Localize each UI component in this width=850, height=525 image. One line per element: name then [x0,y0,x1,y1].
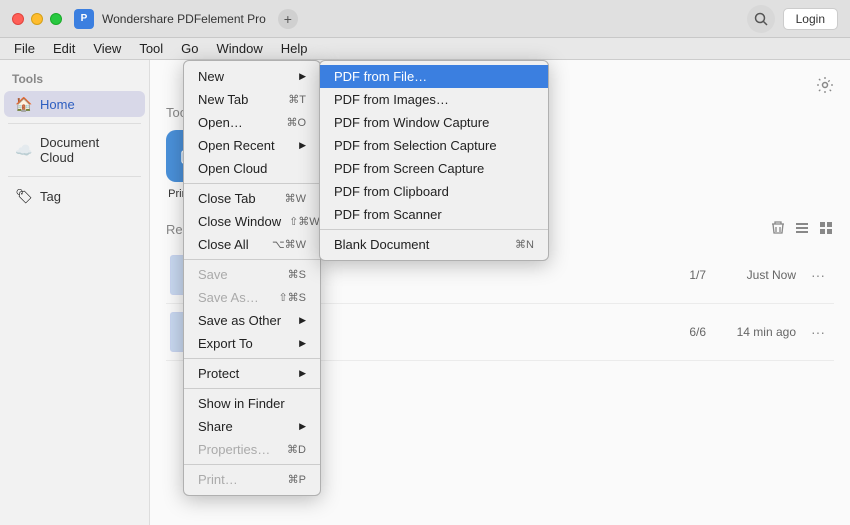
recent-pages-2: 6/6 [666,325,706,339]
new-pdf-from-images[interactable]: PDF from Images… [320,88,548,111]
file-menu-sep-2 [184,259,320,260]
file-menu-properties: Properties…⌘D [184,438,320,461]
file-menu-sep-3 [184,358,320,359]
recent-time-2: 14 min ago [716,325,796,339]
sidebar-item-document-cloud[interactable]: ☁️ Document Cloud [4,130,145,170]
sidebar: Tools 🏠 Home ☁️ Document Cloud 🏷 Tag [0,60,150,525]
file-menu-new[interactable]: New [184,65,320,88]
file-menu-open-recent[interactable]: Open Recent [184,134,320,157]
new-pdf-from-clipboard[interactable]: PDF from Clipboard [320,180,548,203]
menu-item-window[interactable]: Window [209,39,271,58]
sidebar-cloud-label: Document Cloud [40,135,133,165]
new-blank-document[interactable]: Blank Document⌘N [320,233,548,256]
search-button[interactable] [747,5,775,33]
sidebar-tag-label: Tag [40,189,61,204]
sidebar-divider-2 [8,176,141,177]
file-menu-sep-5 [184,464,320,465]
close-button[interactable] [12,13,24,25]
new-pdf-from-selection-capture[interactable]: PDF from Selection Capture [320,134,548,157]
recent-more-1[interactable]: ··· [806,267,830,283]
file-menu-close-window[interactable]: Close Window⇧⌘W [184,210,320,233]
new-pdf-from-file[interactable]: PDF from File… [320,65,548,88]
recent-pages-1: 1/7 [666,268,706,282]
new-submenu-sep [320,229,548,230]
app-icon: P [74,9,94,29]
file-menu-print: Print…⌘P [184,468,320,491]
menu-bar: File Edit View Tool Go Window Help [0,38,850,60]
recent-icons [770,220,834,239]
menu-item-go[interactable]: Go [173,39,206,58]
sidebar-divider-1 [8,123,141,124]
file-menu-save: Save⌘S [184,263,320,286]
tag-icon: 🏷 [16,188,32,204]
file-menu-protect[interactable]: Protect [184,362,320,385]
new-pdf-from-window-capture[interactable]: PDF from Window Capture [320,111,548,134]
list-view-icon[interactable] [794,220,810,239]
recent-more-2[interactable]: ··· [806,324,830,340]
new-pdf-from-screen-capture[interactable]: PDF from Screen Capture [320,157,548,180]
file-menu-close-all[interactable]: Close All⌥⌘W [184,233,320,256]
menu-item-view[interactable]: View [85,39,129,58]
trash-icon[interactable] [770,220,786,239]
sidebar-item-home[interactable]: 🏠 Home [4,91,145,117]
menu-item-help[interactable]: Help [273,39,316,58]
menu-item-tool[interactable]: Tool [131,39,171,58]
home-icon: 🏠 [16,96,32,112]
new-pdf-from-scanner[interactable]: PDF from Scanner [320,203,548,226]
minimize-button[interactable] [31,13,43,25]
grid-view-icon[interactable] [818,220,834,239]
new-tab-button[interactable]: + [278,9,298,29]
file-menu-open-cloud[interactable]: Open Cloud [184,157,320,180]
settings-icon[interactable] [816,76,834,97]
file-menu-save-as-other[interactable]: Save as Other [184,309,320,332]
new-submenu: PDF from File… PDF from Images… PDF from… [319,60,549,261]
sidebar-item-tag[interactable]: 🏷 Tag [4,183,145,209]
traffic-lights [12,13,62,25]
file-menu-export-to[interactable]: Export To [184,332,320,355]
file-menu-save-as: Save As…⇧⌘S [184,286,320,309]
recent-time-1: Just Now [716,268,796,282]
menu-item-file[interactable]: File [6,39,43,58]
file-menu-show-finder[interactable]: Show in Finder [184,392,320,415]
file-menu-open[interactable]: Open…⌘O [184,111,320,134]
app-title: Wondershare PDFelement Pro [102,12,266,26]
file-menu-sep-1 [184,183,320,184]
title-bar: P Wondershare PDFelement Pro + Login [0,0,850,38]
title-bar-right: Login [747,5,838,33]
login-button[interactable]: Login [783,8,838,30]
file-menu-close-tab[interactable]: Close Tab⌘W [184,187,320,210]
maximize-button[interactable] [50,13,62,25]
menu-item-edit[interactable]: Edit [45,39,83,58]
sidebar-tools-label: Tools [0,68,149,90]
file-menu-sep-4 [184,388,320,389]
sidebar-home-label: Home [40,97,75,112]
cloud-icon: ☁️ [16,142,32,158]
file-menu-new-tab[interactable]: New Tab⌘T [184,88,320,111]
file-menu-share[interactable]: Share [184,415,320,438]
file-menu-dropdown: New New Tab⌘T Open…⌘O Open Recent Open C… [183,60,321,496]
search-icon [754,12,768,26]
